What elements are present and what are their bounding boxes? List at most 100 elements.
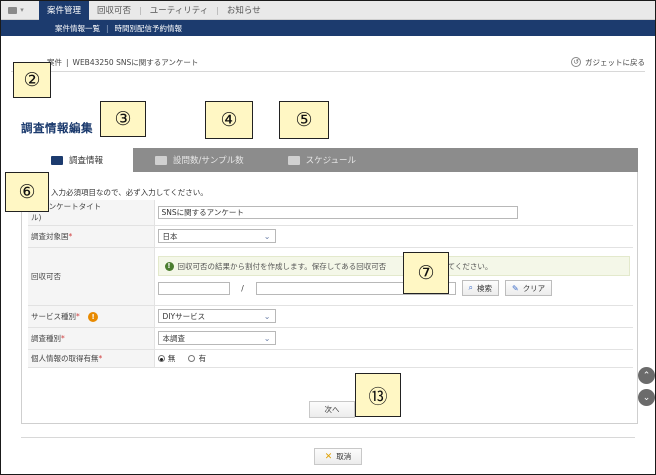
subnav-item-project-list[interactable]: 案件情報一覧 bbox=[55, 23, 100, 34]
survey-type-label: 調査種別* bbox=[28, 327, 155, 350]
survey-name-input[interactable]: SNSに関するアンケート bbox=[157, 205, 518, 219]
callout-13: ⑬ bbox=[355, 373, 401, 417]
tab-bar: 調査情報 設問数/サンプル数 スケジュール bbox=[21, 148, 638, 172]
info-icon: ! bbox=[164, 261, 174, 271]
chevron-down-icon: ⌄ bbox=[642, 392, 651, 403]
breadcrumb-current: WEB43250 SNSに関するアンケート bbox=[72, 57, 199, 67]
form-cell: DIYサービス ⌄ bbox=[154, 305, 633, 328]
radio-none[interactable] bbox=[157, 355, 165, 362]
callout-5: ⑤ bbox=[279, 101, 329, 139]
select-value: 本調査 bbox=[162, 333, 186, 343]
radio-label: 無 bbox=[167, 353, 176, 363]
sub-nav: 案件情報一覧 | 時間別配信予約情報 bbox=[1, 20, 655, 36]
radio-yes[interactable] bbox=[188, 355, 196, 362]
target-country-label: 調査対象国* bbox=[28, 225, 155, 248]
clear-button[interactable]: ✎ クリア bbox=[504, 280, 553, 296]
nav-tab-project[interactable]: 案件管理 bbox=[39, 1, 90, 20]
form-cell: ! 回収可否の結果から割付を作成します。保存してある回収可否 してください。 /… bbox=[154, 247, 633, 306]
slash: / bbox=[241, 283, 244, 293]
feasibility-info: ! 回収可否の結果から割付を作成します。保存してある回収可否 してください。 bbox=[157, 256, 630, 276]
callout-3: ③ bbox=[100, 101, 146, 137]
form-cell: SNSに関するアンケート bbox=[154, 200, 633, 226]
callout-6: ⑥ bbox=[5, 172, 49, 212]
nav-tab-utility[interactable]: ユーティリティ bbox=[142, 1, 216, 20]
chevron-down-icon: ▾ bbox=[20, 6, 24, 14]
personal-info-label: 個人情報の取得有無* bbox=[28, 349, 155, 368]
folder-icon bbox=[51, 155, 63, 165]
subnav-separator: | bbox=[106, 23, 109, 33]
chevron-down-icon: ⌄ bbox=[263, 333, 271, 343]
feasibility-id-input[interactable] bbox=[157, 281, 230, 295]
form-row-feasibility: 回収可否 ! 回収可否の結果から割付を作成します。保存してある回収可否 してくだ… bbox=[28, 247, 633, 306]
form-cell: 日本 ⌄ bbox=[154, 225, 633, 248]
form-row-target-country: 調査対象国* 日本 ⌄ bbox=[28, 225, 633, 248]
info-text: 回収可否の結果から割付を作成します。保存してある回収可否 bbox=[177, 261, 387, 271]
form-row-service-type: サービス種別* ! DIYサービス ⌄ bbox=[28, 305, 633, 328]
menu-icon bbox=[8, 6, 18, 14]
divider bbox=[11, 71, 645, 72]
label-text: 調査種別 bbox=[31, 333, 61, 343]
required-mark: * bbox=[61, 333, 65, 343]
callout-2: ② bbox=[13, 62, 51, 98]
subnav-item-schedule[interactable]: 時間別配信予約情報 bbox=[115, 23, 183, 34]
form-row-personal-info: 個人情報の取得有無* 無 有 bbox=[28, 349, 633, 368]
back-icon: ↺ bbox=[571, 57, 581, 67]
app-window: ▾ 案件管理 回収可否 | ユーティリティ | お知らせ 案件情報一覧 | 時間… bbox=[0, 0, 656, 475]
feasibility-inputs: / ⌕ 検索 ✎ クリア bbox=[157, 280, 631, 296]
label-text: 個人情報の取得有無 bbox=[31, 353, 99, 363]
app-menu-button[interactable]: ▾ bbox=[1, 1, 31, 20]
chevron-up-icon: ⌃ bbox=[642, 370, 651, 381]
tab-label: スケジュール bbox=[305, 156, 357, 166]
tab-questions-samples[interactable]: 設問数/サンプル数 bbox=[133, 148, 266, 172]
required-mark: * bbox=[76, 311, 80, 321]
target-country-select[interactable]: 日本 ⌄ bbox=[157, 229, 276, 243]
next-button[interactable]: 次へ bbox=[309, 401, 355, 418]
form-row-survey-name: 名(アンケートタイト ル) SNSに関するアンケート bbox=[28, 200, 633, 226]
required-mark: * bbox=[68, 231, 73, 241]
chevron-down-icon: ⌄ bbox=[263, 311, 271, 321]
service-type-label: サービス種別* ! bbox=[28, 305, 155, 328]
callout-7: ⑦ bbox=[403, 252, 449, 294]
tab-survey-info[interactable]: 調査情報 bbox=[21, 148, 134, 172]
tab-label: 設問数/サンプル数 bbox=[173, 156, 244, 166]
calendar-icon bbox=[287, 155, 300, 165]
warning-icon[interactable]: ! bbox=[88, 311, 99, 322]
survey-type-select[interactable]: 本調査 ⌄ bbox=[157, 331, 276, 345]
label-text: 調査対象国 bbox=[31, 231, 69, 241]
button-label: クリア bbox=[522, 283, 546, 293]
eraser-icon: ✎ bbox=[511, 283, 519, 293]
survey-form: 名(アンケートタイト ル) SNSに関するアンケート 調査対象国* 日本 ⌄ 回… bbox=[28, 200, 633, 368]
feasibility-label: 回収可否 bbox=[28, 247, 155, 306]
chevron-down-icon: ⌄ bbox=[263, 231, 271, 241]
cancel-button[interactable]: ✕ 取消 bbox=[314, 448, 362, 465]
service-type-select[interactable]: DIYサービス ⌄ bbox=[157, 309, 276, 323]
back-to-gadget-link[interactable]: ↺ ガジェットに戻る bbox=[571, 55, 645, 69]
form-cell: 無 有 bbox=[154, 349, 633, 368]
scroll-up-button[interactable]: ⌃ bbox=[638, 367, 655, 384]
form-cell: 本調査 ⌄ bbox=[154, 327, 633, 350]
back-link-label: ガジェットに戻る bbox=[585, 57, 645, 67]
tab-label: 調査情報 bbox=[69, 156, 104, 166]
label-text: サービス種別 bbox=[31, 311, 76, 321]
top-nav: ▾ 案件管理 回収可否 | ユーティリティ | お知らせ bbox=[1, 1, 655, 20]
callout-4: ④ bbox=[205, 101, 253, 139]
search-icon: ⌕ bbox=[468, 283, 473, 292]
scroll-down-button[interactable]: ⌄ bbox=[638, 389, 655, 406]
search-button[interactable]: ⌕ 検索 bbox=[461, 280, 499, 296]
button-label: 検索 bbox=[476, 283, 492, 293]
nav-tab-feasibility[interactable]: 回収可否 bbox=[89, 1, 139, 20]
nav-tab-news[interactable]: お知らせ bbox=[219, 1, 269, 20]
page-title: 調査情報編集 bbox=[21, 121, 93, 135]
label-text: ル) bbox=[31, 213, 42, 223]
required-mark: * bbox=[98, 353, 103, 363]
list-icon bbox=[155, 155, 168, 165]
close-icon: ✕ bbox=[324, 451, 333, 462]
breadcrumb: 案件 | WEB43250 SNSに関するアンケート bbox=[1, 55, 655, 69]
required-notice: 入力必須項目なので、必ず入力してください。 bbox=[51, 188, 208, 197]
breadcrumb-separator: | bbox=[66, 57, 69, 67]
tab-schedule[interactable]: スケジュール bbox=[266, 148, 378, 172]
form-row-survey-type: 調査種別* 本調査 ⌄ bbox=[28, 327, 633, 350]
radio-label: 有 bbox=[198, 353, 207, 363]
divider bbox=[21, 437, 635, 438]
select-value: 日本 bbox=[162, 231, 178, 241]
